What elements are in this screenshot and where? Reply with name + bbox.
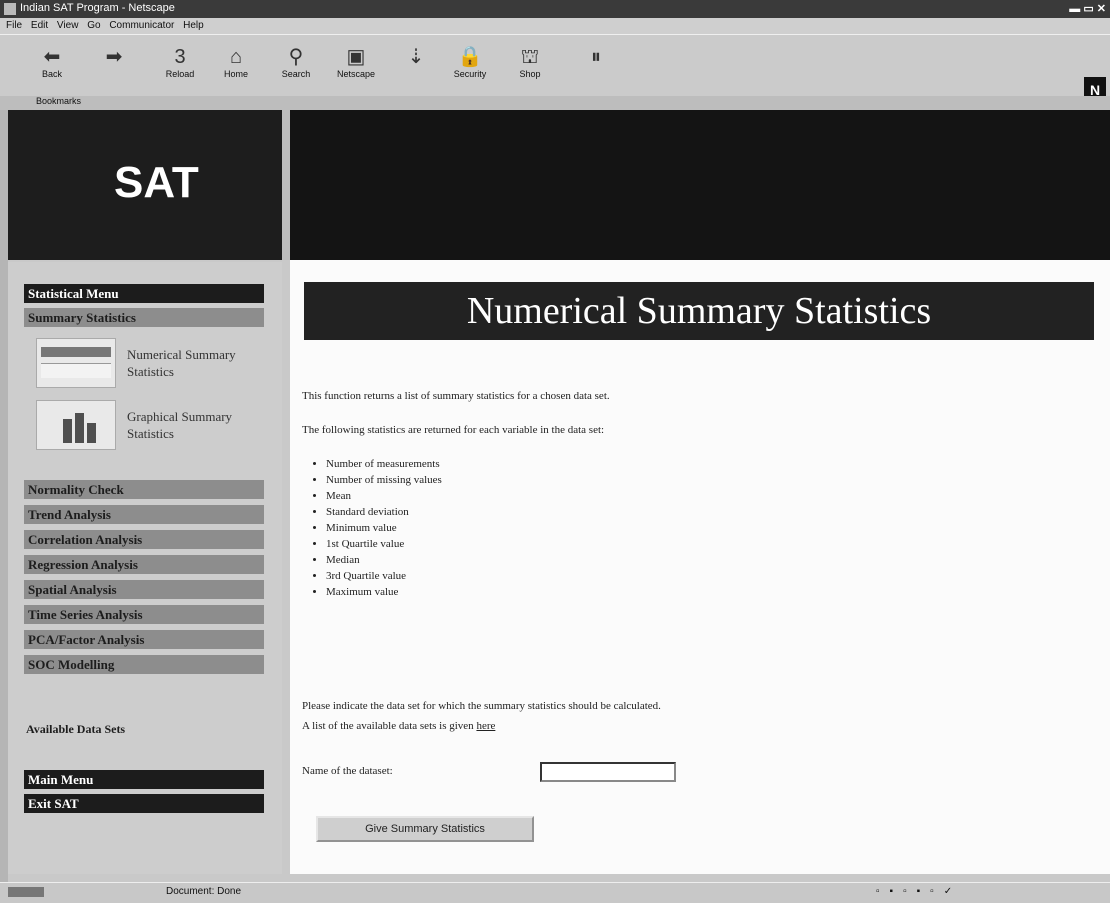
security-icon: 🔒 bbox=[457, 46, 483, 68]
menu-bar: File Edit View Go Communicator Help bbox=[0, 18, 1110, 34]
list-item: Maximum value bbox=[326, 584, 442, 600]
sidebar-item-normality-check[interactable]: Normality Check bbox=[24, 480, 264, 499]
thumbnail-header-bar bbox=[41, 347, 111, 357]
frame-border bbox=[0, 110, 8, 882]
back-arrow-icon: ⬅ bbox=[43, 46, 61, 68]
data-sets-hint: A list of the available data sets is giv… bbox=[302, 720, 495, 732]
print-icon: ⇣ bbox=[407, 46, 425, 68]
menu-edit[interactable]: Edit bbox=[31, 20, 48, 31]
give-summary-statistics-button[interactable]: Give Summary Statistics bbox=[316, 816, 534, 842]
netscape-button[interactable]: ▣ Netscape bbox=[330, 45, 382, 93]
page-title: Numerical Summary Statistics bbox=[304, 282, 1094, 340]
instruction-text: Please indicate the data set for which t… bbox=[302, 700, 661, 712]
hint-text: A list of the available data sets is giv… bbox=[302, 720, 477, 732]
forward-button[interactable]: ➡ bbox=[88, 45, 140, 93]
window-controls[interactable]: ▬ ▭ ✕ bbox=[1069, 2, 1106, 15]
shop-icon: ⛫ bbox=[520, 46, 540, 68]
reload-button[interactable]: 3 Reload bbox=[154, 45, 206, 93]
thumbnail-bar bbox=[75, 413, 84, 443]
window-titlebar: Indian SAT Program - Netscape ▬ ▭ ✕ bbox=[0, 0, 1110, 18]
navigation-toolbar: ⬅ Back ➡ 3 Reload ⌂ Home ⚲ Search ▣ Netscape … bbox=[0, 34, 1110, 103]
intro-text: This function returns a list of summary … bbox=[302, 390, 610, 402]
list-item: Mean bbox=[326, 488, 442, 504]
dataset-label: Name of the dataset: bbox=[302, 765, 393, 777]
sidebar-item-label[interactable]: Numerical Summary Statistics bbox=[127, 346, 267, 380]
sidebar-item-spatial-analysis[interactable]: Spatial Analysis bbox=[24, 580, 264, 599]
exit-sat-button[interactable]: Exit SAT bbox=[24, 794, 264, 813]
stop-button[interactable]: ⏸ bbox=[570, 45, 622, 93]
banner-logo-frame: SAT bbox=[8, 110, 282, 260]
search-button[interactable]: ⚲ Search bbox=[270, 45, 322, 93]
graphical-summary-thumbnail[interactable] bbox=[36, 400, 116, 450]
sidebar-item-pca-factor-analysis[interactable]: PCA/Factor Analysis bbox=[24, 630, 264, 649]
statistics-list: Number of measurements Number of missing… bbox=[312, 456, 442, 600]
here-link[interactable]: here bbox=[476, 720, 495, 732]
sat-logo-text: SAT bbox=[114, 158, 199, 207]
frame-divider[interactable] bbox=[282, 110, 290, 260]
menu-help[interactable]: Help bbox=[183, 20, 204, 31]
main-content-frame: Numerical Summary Statistics This functi… bbox=[290, 260, 1110, 874]
app-icon bbox=[4, 3, 16, 15]
sidebar-item-label[interactable]: Graphical Summary Statistics bbox=[127, 408, 267, 442]
menu-communicator[interactable]: Communicator bbox=[109, 20, 174, 31]
forward-arrow-icon: ➡ bbox=[105, 46, 123, 68]
list-item: Standard deviation bbox=[326, 504, 442, 520]
sidebar-item-regression-analysis[interactable]: Regression Analysis bbox=[24, 555, 264, 574]
bookmarks-label[interactable]: Bookmarks bbox=[36, 96, 81, 106]
sidebar-item-time-series-analysis[interactable]: Time Series Analysis bbox=[24, 605, 264, 624]
stop-icon: ⏸ bbox=[591, 46, 601, 68]
component-bar-icons[interactable]: ▫▪▫▪▫✓ bbox=[876, 886, 962, 897]
list-item: Number of measurements bbox=[326, 456, 442, 472]
list-item: 1st Quartile value bbox=[326, 536, 442, 552]
stats-intro-text: The following statistics are returned fo… bbox=[302, 424, 605, 436]
thumbnail-bar bbox=[63, 419, 72, 443]
sidebar-item-soc-modelling[interactable]: SOC Modelling bbox=[24, 655, 264, 674]
list-item: Median bbox=[326, 552, 442, 568]
available-data-sets-link[interactable]: Available Data Sets bbox=[26, 722, 125, 737]
main-menu-button[interactable]: Main Menu bbox=[24, 770, 264, 789]
menu-file[interactable]: File bbox=[6, 20, 22, 31]
statistical-menu-header: Statistical Menu bbox=[24, 284, 264, 303]
numerical-summary-thumbnail[interactable] bbox=[36, 338, 116, 388]
summary-statistics-section[interactable]: Summary Statistics bbox=[24, 308, 264, 327]
home-icon: ⌂ bbox=[229, 46, 243, 68]
home-button[interactable]: ⌂ Home bbox=[210, 45, 262, 93]
security-button[interactable]: 🔒 Security bbox=[444, 45, 496, 93]
security-status-icon[interactable] bbox=[8, 887, 44, 897]
status-text: Document: Done bbox=[166, 886, 242, 897]
sidebar-item-correlation-analysis[interactable]: Correlation Analysis bbox=[24, 530, 264, 549]
banner-frame bbox=[290, 110, 1110, 260]
list-item: Minimum value bbox=[326, 520, 442, 536]
bookmarks-bar: Bookmarks bbox=[0, 96, 1110, 110]
netscape-icon: ▣ bbox=[346, 46, 366, 68]
menu-view[interactable]: View bbox=[57, 20, 79, 31]
status-bar: Document: Done ▫▪▫▪▫✓ bbox=[0, 882, 1110, 903]
search-icon: ⚲ bbox=[288, 46, 304, 68]
print-button[interactable]: ⇣ bbox=[390, 45, 442, 93]
sidebar-item-graphical-summary[interactable]: Graphical Summary Statistics bbox=[24, 400, 264, 455]
window-title: Indian SAT Program - Netscape bbox=[20, 2, 175, 14]
sidebar-menu: Statistical Menu Summary Statistics Nume… bbox=[8, 262, 282, 874]
list-item: Number of missing values bbox=[326, 472, 442, 488]
reload-icon: 3 bbox=[174, 46, 186, 68]
list-item: 3rd Quartile value bbox=[326, 568, 442, 584]
dataset-name-input[interactable] bbox=[540, 762, 676, 782]
sidebar-item-numerical-summary[interactable]: Numerical Summary Statistics bbox=[24, 338, 264, 393]
sidebar-item-trend-analysis[interactable]: Trend Analysis bbox=[24, 505, 264, 524]
back-button[interactable]: ⬅ Back bbox=[26, 45, 78, 93]
menu-go[interactable]: Go bbox=[87, 20, 100, 31]
thumbnail-body bbox=[41, 363, 111, 378]
shop-button[interactable]: ⛫ Shop bbox=[504, 45, 556, 93]
thumbnail-bar bbox=[87, 423, 96, 443]
